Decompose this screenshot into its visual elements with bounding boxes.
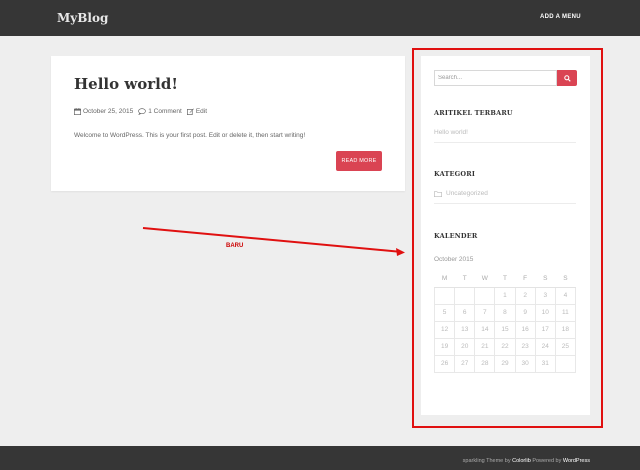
colorlib-link[interactable]: Colorlib: [512, 458, 531, 464]
powered-by-text: Powered by: [532, 458, 562, 464]
theme-by-text: Theme by: [486, 458, 511, 464]
wordpress-link[interactable]: WordPress: [563, 458, 590, 464]
annotation-label: BARU: [226, 243, 244, 249]
site-footer: sparkling Theme by Colorlib Powered by W…: [0, 446, 640, 470]
footer-credit: sparkling Theme by Colorlib Powered by W…: [463, 458, 590, 464]
annotation-highlight-box: [412, 48, 603, 428]
theme-name: sparkling: [462, 458, 485, 464]
